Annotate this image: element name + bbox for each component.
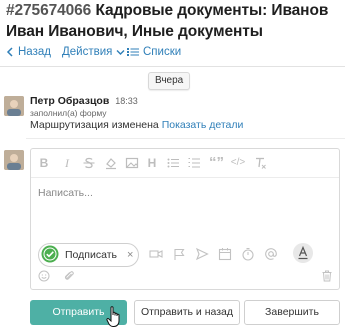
toolbar-divider [0, 66, 345, 67]
send-and-back-button[interactable]: Отправить и назад [134, 300, 240, 325]
author-name[interactable]: Петр Образцов [30, 95, 109, 107]
strikethrough-icon[interactable] [82, 156, 96, 170]
back-button[interactable]: Назад [6, 46, 51, 58]
calendar-icon[interactable] [218, 247, 232, 261]
message-text: Маршрутизация изменена [30, 119, 159, 131]
emoji-icon[interactable] [38, 270, 50, 282]
ticket-number: #275674066 [6, 2, 92, 19]
comment-editor[interactable]: B I H “” </> Написать... Подписать × [30, 148, 340, 290]
check-circle-icon [41, 245, 59, 266]
composer-avatar [4, 150, 24, 170]
finish-button[interactable]: Завершить [244, 300, 340, 325]
paint-icon[interactable] [104, 156, 118, 170]
sign-chip[interactable]: Подписать × [38, 243, 140, 267]
message-input-placeholder[interactable]: Написать... [38, 187, 93, 199]
lists-button[interactable]: Списки [127, 46, 181, 58]
clear-format-icon[interactable] [253, 156, 267, 170]
chevron-down-icon [116, 49, 125, 56]
trash-icon[interactable] [321, 270, 333, 282]
send-arrow-icon[interactable] [195, 247, 209, 261]
entry-author: Петр Образцов 18:33 [30, 95, 138, 107]
toolbar: Назад Действия Списки [0, 44, 345, 66]
feed-divider [26, 138, 345, 139]
avatar [4, 96, 24, 116]
sign-chip-label: Подписать [65, 249, 117, 261]
code-icon[interactable]: </> [228, 156, 248, 170]
close-icon[interactable]: × [127, 249, 133, 261]
heading-icon[interactable]: H [145, 156, 159, 170]
bullet-list-icon[interactable] [166, 156, 180, 170]
entry-message: Маршрутизация изменена Показать детали [30, 119, 243, 131]
text-color-icon[interactable] [293, 243, 313, 263]
timer-icon[interactable] [241, 247, 255, 261]
flag-icon[interactable] [172, 247, 186, 261]
numbered-list-icon[interactable] [187, 156, 201, 170]
video-icon[interactable] [149, 247, 163, 261]
actions-dropdown[interactable]: Действия [62, 46, 125, 58]
hand-cursor-icon [106, 306, 123, 328]
date-separator: Вчера [148, 72, 191, 90]
quote-icon[interactable]: “” [209, 155, 224, 170]
attachment-icon[interactable] [63, 270, 75, 282]
show-details-link[interactable]: Показать детали [162, 119, 244, 131]
image-icon[interactable] [125, 156, 139, 170]
lists-label: Списки [143, 46, 182, 58]
entry-time: 18:33 [115, 96, 138, 106]
chevron-left-icon [6, 47, 14, 57]
page-title: #275674066 Кадровые документы: Иванов Ив… [6, 0, 342, 42]
entry-note: заполнил(а) форму [30, 108, 107, 118]
list-icon [127, 47, 139, 57]
formatting-toolbar: B I H “” </> [31, 149, 339, 178]
bold-icon[interactable]: B [37, 156, 51, 170]
back-label: Назад [18, 46, 51, 58]
mention-icon[interactable] [264, 247, 278, 261]
italic-icon[interactable]: I [60, 156, 74, 170]
actions-label: Действия [62, 46, 113, 58]
